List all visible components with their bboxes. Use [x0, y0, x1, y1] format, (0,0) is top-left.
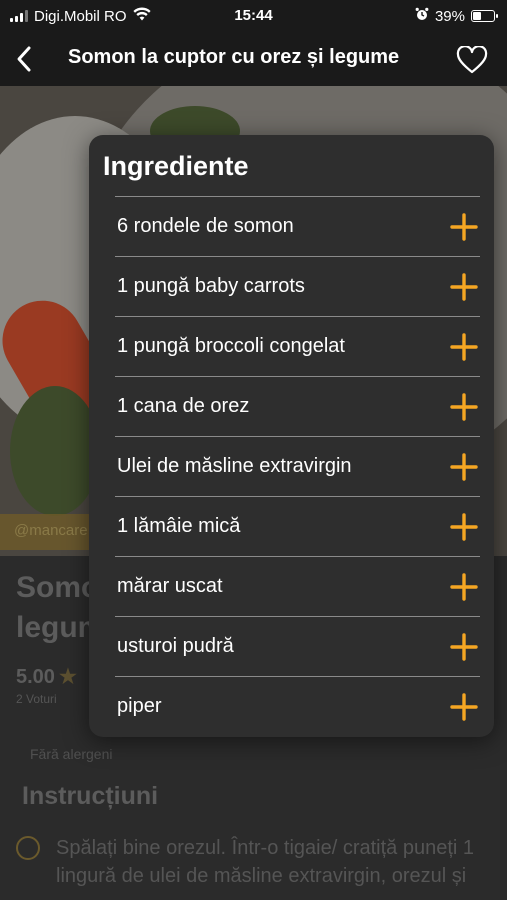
ingredient-item: 1 lămâie mică [115, 496, 480, 556]
status-bar: Digi.Mobil RO 15:44 39% [0, 0, 507, 32]
favorite-button[interactable] [453, 42, 491, 78]
instruction-step: Spălați bine orezul. Într-o tigaie/ crat… [56, 837, 475, 887]
navigation-bar: Somon la cuptor cu orez și legume [0, 32, 507, 86]
allergen-info: Fără alergeni [30, 746, 113, 762]
instructions-heading: Instrucțiuni [22, 782, 159, 810]
battery-percent: 39% [434, 7, 465, 25]
add-ingredient-button[interactable] [448, 211, 480, 243]
ingredient-item: 1 cana de orez [115, 376, 480, 436]
chevron-left-icon [17, 46, 31, 72]
ingredient-item: 1 pungă baby carrots [115, 256, 480, 316]
plus-icon [450, 213, 478, 241]
alarm-icon [415, 7, 429, 25]
ingredient-label: 6 rondele de somon [117, 215, 294, 237]
page-title: Somon la cuptor cu orez și legume [68, 46, 400, 68]
ingredient-label: mărar uscat [117, 575, 223, 597]
photo-credit: @mancare [0, 514, 102, 550]
status-right: 39% [415, 7, 498, 25]
plus-icon [450, 393, 478, 421]
plus-icon [450, 693, 478, 721]
rating-value: 5.00 [16, 666, 55, 688]
ingredients-popover: Ingrediente 6 rondele de somon 1 pungă ba… [89, 135, 494, 737]
add-ingredient-button[interactable] [448, 511, 480, 543]
add-ingredient-button[interactable] [448, 331, 480, 363]
star-icon: ★ [58, 666, 77, 688]
plus-icon [450, 513, 478, 541]
ingredient-item: 1 pungă broccoli congelat [115, 316, 480, 376]
add-ingredient-button[interactable] [448, 451, 480, 483]
back-button[interactable] [8, 42, 40, 76]
ingredient-item: Ulei de măsline extravirgin [115, 436, 480, 496]
add-ingredient-button[interactable] [448, 391, 480, 423]
ingredient-label: 1 pungă baby carrots [117, 275, 305, 297]
plus-icon [450, 573, 478, 601]
add-ingredient-button[interactable] [448, 691, 480, 723]
plus-icon [450, 273, 478, 301]
ingredient-label: 1 lămâie mică [117, 515, 241, 537]
plus-icon [450, 633, 478, 661]
popover-title: Ingrediente [103, 151, 249, 181]
ingredient-label: 1 pungă broccoli congelat [117, 335, 345, 357]
add-ingredient-button[interactable] [448, 271, 480, 303]
ingredient-label: 1 cana de orez [117, 395, 250, 417]
ingredients-list: 6 rondele de somon 1 pungă baby carrots 1 … [115, 196, 480, 736]
recipe-rating: 5.00 ★ [16, 664, 77, 689]
ingredient-item: mărar uscat [115, 556, 480, 616]
plus-icon [450, 453, 478, 481]
ingredient-item: usturoi pudră [115, 616, 480, 676]
ingredient-label: piper [117, 695, 162, 717]
add-ingredient-button[interactable] [448, 631, 480, 663]
ingredient-label: Ulei de măsline extravirgin [117, 455, 352, 477]
heart-outline-icon [456, 46, 488, 74]
ingredient-item: 6 rondele de somon [115, 196, 480, 256]
plus-icon [450, 333, 478, 361]
votes-count: 2 Voturi [16, 692, 57, 706]
ingredient-label: usturoi pudră [117, 635, 234, 657]
add-ingredient-button[interactable] [448, 571, 480, 603]
step-checkbox[interactable] [16, 836, 40, 860]
battery-icon [471, 10, 498, 22]
ingredient-item: piper [115, 676, 480, 736]
